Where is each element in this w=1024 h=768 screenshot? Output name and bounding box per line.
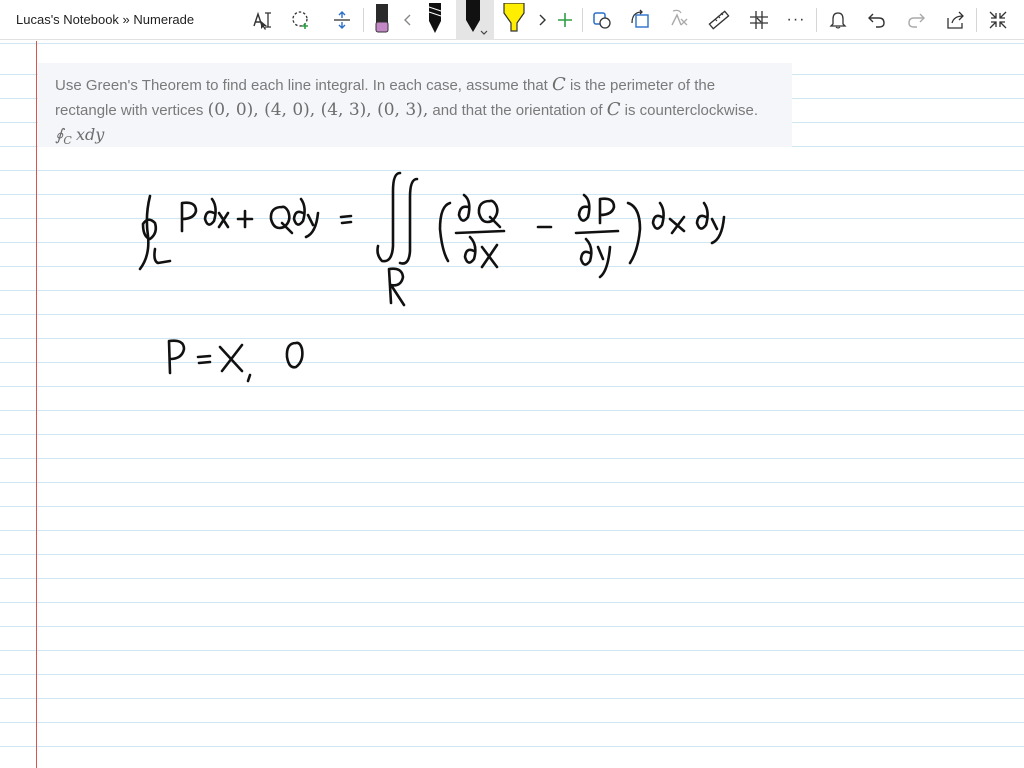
insert-space-icon[interactable] — [330, 0, 354, 40]
chevron-left-icon[interactable] — [400, 0, 416, 40]
toolbar-separator — [976, 8, 977, 32]
chevron-right-icon[interactable] — [534, 0, 550, 40]
window-title: Lucas's Notebook » Numerade — [16, 12, 195, 27]
shapes-icon[interactable] — [591, 0, 613, 40]
ruler-icon[interactable] — [707, 0, 731, 40]
share-icon[interactable] — [944, 0, 968, 40]
handwritten-ink — [138, 171, 726, 383]
toolbar-separator — [363, 8, 364, 32]
toolbar-separator — [816, 8, 817, 32]
ink-to-math-icon[interactable] — [668, 0, 692, 40]
add-pen-icon[interactable] — [555, 0, 575, 40]
ink-p-equals-x — [167, 339, 304, 383]
text-select-icon[interactable] — [250, 0, 274, 40]
fullscreen-icon[interactable] — [986, 0, 1010, 40]
toolbar: Lucas's Notebook » Numerade ··· — [0, 0, 1024, 40]
eraser-icon[interactable] — [372, 0, 392, 40]
undo-icon[interactable] — [865, 0, 889, 40]
pen-black-selected-icon[interactable] — [462, 0, 488, 40]
highlighter-yellow-icon[interactable] — [500, 0, 528, 40]
ink-to-shape-icon[interactable] — [628, 0, 652, 40]
toolbar-separator — [582, 8, 583, 32]
redo-icon[interactable] — [904, 0, 928, 40]
notebook-page[interactable]: Use Green's Theorem to find each line in… — [0, 41, 1024, 768]
more-icon[interactable]: ··· — [784, 0, 808, 40]
lasso-select-icon[interactable] — [289, 0, 313, 40]
lock-background-icon[interactable] — [747, 0, 771, 40]
ink-greens-theorem — [138, 171, 726, 307]
pen-black-icon[interactable] — [424, 0, 446, 40]
notifications-icon[interactable] — [826, 0, 850, 40]
